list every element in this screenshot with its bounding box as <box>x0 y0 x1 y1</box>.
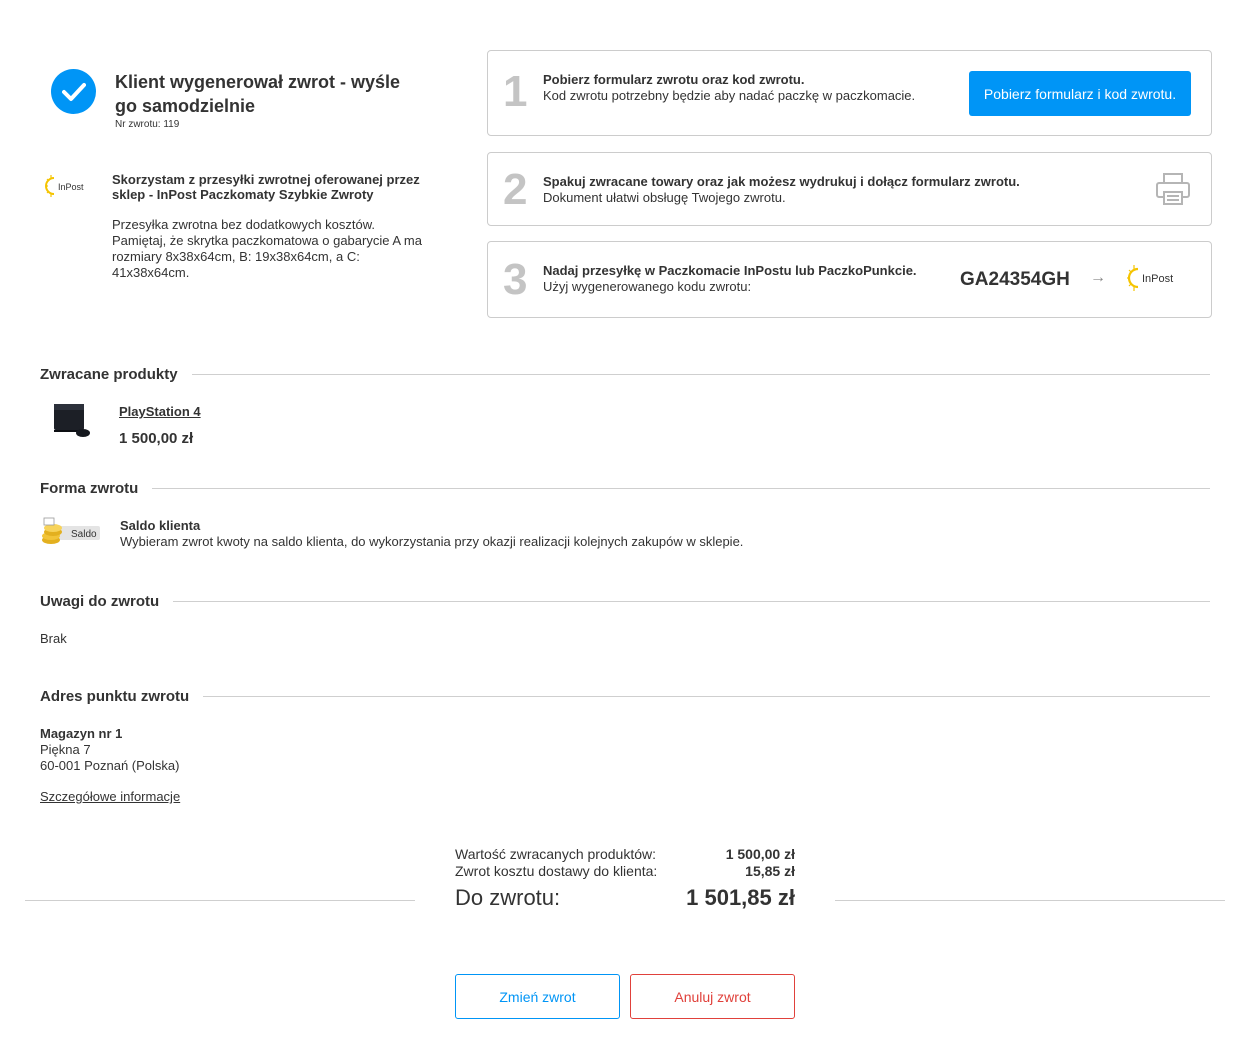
download-form-button[interactable]: Pobierz formularz i kod zwrotu. <box>969 71 1191 116</box>
checkmark-icon <box>51 69 96 114</box>
inpost-logo: InPost <box>1126 262 1182 294</box>
details-link[interactable]: Szczegółowe informacje <box>40 789 180 804</box>
total-row: Do zwrotu: 1 501,85 zł <box>455 885 795 911</box>
address-city: 60-001 Poznań (Polska) <box>40 758 180 773</box>
total-amount: 1 501,85 zł <box>686 885 795 910</box>
divider <box>40 601 1210 602</box>
products-heading: Zwracane produkty <box>40 366 192 383</box>
address-heading: Adres punktu zwrotu <box>40 688 204 705</box>
divider <box>40 374 1210 375</box>
address-name: Magazyn nr 1 <box>40 726 123 741</box>
notes-text: Brak <box>40 631 67 646</box>
return-method-description: Wybieram zwrot kwoty na saldo klienta, d… <box>120 534 744 549</box>
products-value-row: Wartość zwracanych produktów: 1 500,00 z… <box>455 846 795 862</box>
divider <box>40 696 1210 697</box>
carrier-name: Skorzystam z przesyłki zwrotnej oferowan… <box>112 172 420 202</box>
product-price: 1 500,00 zł <box>119 430 194 447</box>
total-label: Do zwrotu: <box>455 885 561 910</box>
product-link[interactable]: PlayStation 4 <box>119 404 201 419</box>
return-address: Magazyn nr 1 Piękna 7 60-001 Poznań (Pol… <box>40 726 179 774</box>
notes-heading: Uwagi do zwrotu <box>40 593 174 610</box>
products-value-amount: 1 500,00 zł <box>725 846 795 862</box>
step-title: Pobierz formularz zwrotu oraz kod zwrotu… <box>543 72 805 87</box>
change-return-button[interactable]: Zmień zwrot <box>455 974 620 1019</box>
svg-text:InPost: InPost <box>58 182 84 192</box>
step-number: 2 <box>503 165 528 214</box>
return-number: Nr zwrotu: 119 <box>115 119 180 130</box>
product-image[interactable] <box>50 400 92 440</box>
return-method-title: Saldo klienta <box>120 518 201 533</box>
step-description: Użyj wygenerowanego kodu zwrotu: <box>543 279 752 294</box>
cancel-return-button[interactable]: Anuluj zwrot <box>630 974 795 1019</box>
svg-text:InPost: InPost <box>1142 273 1173 285</box>
shipping-refund-amount: 15,85 zł <box>745 863 795 879</box>
shipping-refund-label: Zwrot kosztu dostawy do klienta: <box>455 863 658 879</box>
step-description: Kod zwrotu potrzebny będzie aby nadać pa… <box>543 88 916 103</box>
printer-icon[interactable] <box>1155 171 1191 207</box>
carrier-description: Przesyłka zwrotna bez dodatkowych kosztó… <box>112 217 422 280</box>
return-code: GA24354GH <box>960 269 1070 290</box>
return-form-heading: Forma zwrotu <box>40 480 153 497</box>
return-status-title: Klient wygenerował zwrot - wyśle go samo… <box>115 72 401 116</box>
step-title: Nadaj przesyłkę w Paczkomacie InPostu lu… <box>543 263 917 278</box>
divider <box>40 488 1210 489</box>
step-3-box: 3 Nadaj przesyłkę w Paczkomacie InPostu … <box>487 241 1212 318</box>
address-street: Piękna 7 <box>40 742 91 757</box>
step-number: 1 <box>503 67 528 116</box>
step-number: 3 <box>503 255 528 304</box>
step-1-box: 1 Pobierz formularz zwrotu oraz kod zwro… <box>487 50 1212 136</box>
arrow-right-icon: → <box>1090 269 1106 286</box>
step-2-box: 2 Spakuj zwracane towary oraz jak możesz… <box>487 152 1212 226</box>
step-title: Spakuj zwracane towary oraz jak możesz w… <box>543 174 1020 189</box>
svg-text:Saldo: Saldo <box>71 529 97 540</box>
divider <box>25 900 415 901</box>
inpost-logo: InPost <box>45 172 95 200</box>
step-description: Dokument ułatwi obsługę Twojego zwrotu. <box>543 190 786 205</box>
divider <box>835 900 1225 901</box>
products-value-label: Wartość zwracanych produktów: <box>455 846 656 862</box>
shipping-refund-row: Zwrot kosztu dostawy do klienta: 15,85 z… <box>455 863 795 879</box>
saldo-logo: Saldo <box>41 517 101 547</box>
